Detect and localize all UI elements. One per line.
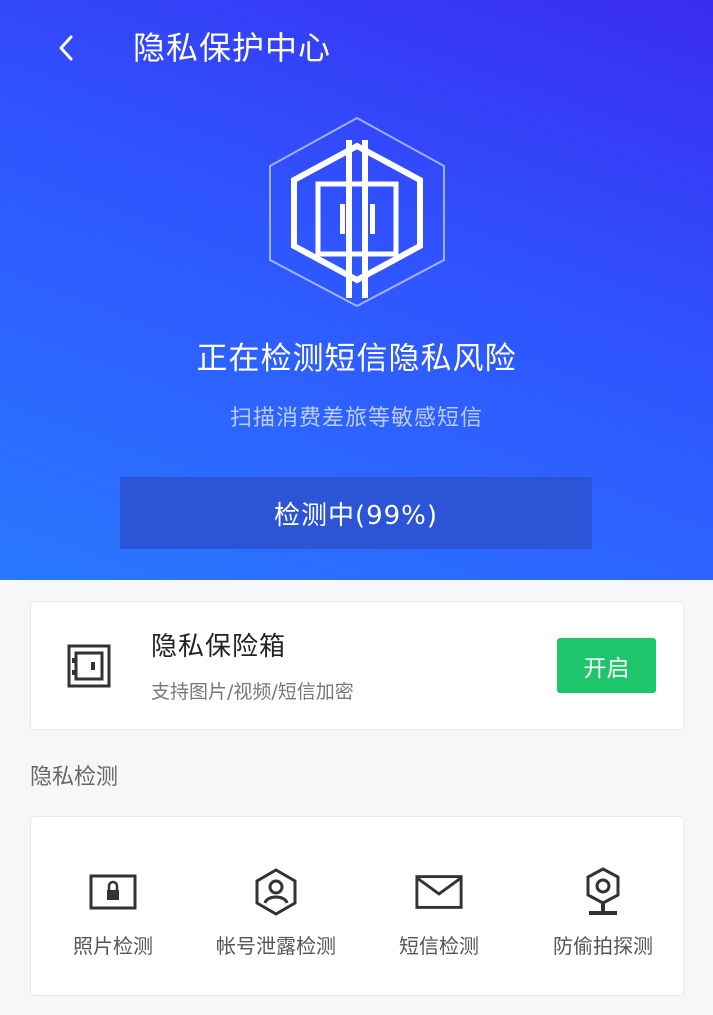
scan-subtitle: 扫描消费差旅等敏感短信: [229, 406, 483, 431]
detect-item-label: 帐号泄露检测: [216, 934, 336, 958]
privacy-vault-card[interactable]: 隐私保险箱 支持图片/视频/短信加密 开启: [30, 601, 684, 730]
envelope-icon: [415, 875, 463, 909]
shield-hexagon-icon: [269, 116, 445, 308]
detect-item-sms[interactable]: 短信检测: [357, 817, 521, 997]
scan-title: 正在检测短信隐私风险: [196, 341, 517, 377]
scan-progress-bar[interactable]: 检测中(99%): [120, 477, 592, 549]
vault-title: 隐私保险箱: [151, 632, 287, 662]
back-button[interactable]: [48, 28, 84, 68]
chevron-left-icon: [59, 35, 73, 61]
page-title: 隐私保护中心: [133, 29, 332, 67]
vault-description: 支持图片/视频/短信加密: [151, 681, 354, 703]
progress-label: 检测中(99%): [273, 500, 439, 531]
hero-header: 隐私保护中心 正在检测短信隐私风险 扫描消费差旅等敏感短信 检测中(99%): [0, 0, 713, 580]
detect-item-account[interactable]: 帐号泄露检测: [194, 817, 358, 997]
photo-lock-icon: [89, 874, 137, 910]
detect-item-label: 照片检测: [73, 934, 153, 958]
detection-grid: 照片检测 帐号泄露检测 短信检测 防偷拍探测: [30, 816, 684, 996]
privacy-detection-section-title: 隐私检测: [30, 765, 119, 790]
account-shield-icon: [255, 868, 297, 916]
vault-open-button[interactable]: 开启: [557, 638, 656, 693]
camera-detect-icon: [586, 867, 620, 915]
detect-item-photo[interactable]: 照片检测: [31, 817, 195, 997]
detect-item-label: 短信检测: [399, 934, 479, 958]
safe-box-icon: [67, 644, 111, 688]
detect-item-camera[interactable]: 防偷拍探测: [521, 817, 685, 997]
detect-item-label: 防偷拍探测: [553, 934, 653, 958]
